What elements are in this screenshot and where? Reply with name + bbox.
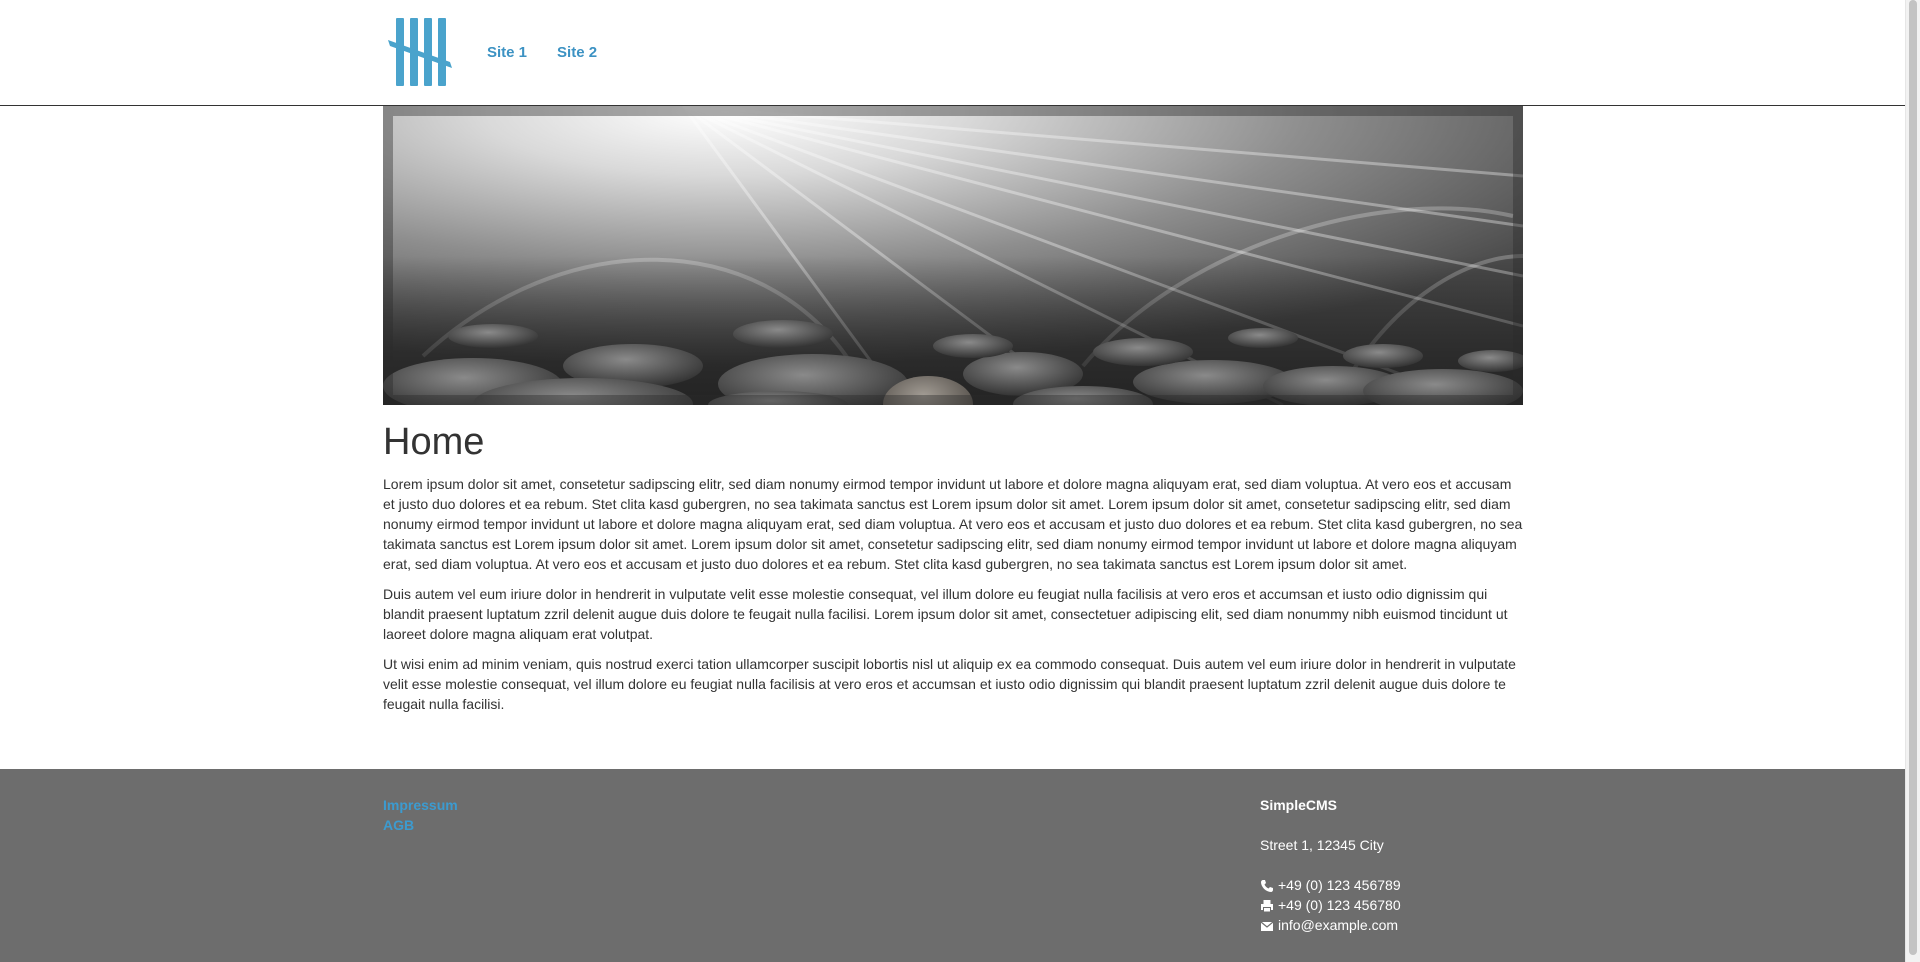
nav-site-1[interactable]: Site 1 [487,44,527,61]
page-title: Home [383,421,485,463]
nav-site-2[interactable]: Site 2 [557,44,597,61]
main-content: Home Lorem ipsum dolor sit amet, consete… [383,420,1523,724]
envelope-icon [1260,918,1274,932]
paragraph: Ut wisi enim ad minim veniam, quis nostr… [383,656,1516,712]
phone-icon [1260,878,1274,892]
phone-number: +49 (0) 123 456789 [1278,877,1401,893]
tally-marks-logo-icon[interactable] [388,16,454,88]
vertical-scrollbar[interactable] [1905,0,1920,962]
email-link[interactable]: info@example.com [1278,915,1398,935]
scrollbar-thumb[interactable] [1909,0,1917,955]
footer-link-impressum[interactable]: Impressum [383,795,458,815]
company-name: SimpleCMS [1260,797,1338,813]
site-header: Site 1 Site 2 [0,0,1906,106]
address: Street 1, 12345 City [1260,837,1384,853]
hero-image [383,106,1523,405]
phone-row: +49 (0) 123 456789 [1260,875,1401,895]
footer-links: Impressum AGB [383,795,458,835]
paragraph: Duis autem vel eum iriure dolor in hendr… [383,586,1508,642]
paragraph: Lorem ipsum dolor sit amet, consetetur s… [383,476,1523,572]
page: Site 1 Site 2 Home Lorem ipsum dolor sit… [0,0,1906,962]
fax-row: +49 (0) 123 456780 [1260,895,1401,915]
email-row: info@example.com [1260,915,1401,935]
fax-number: +49 (0) 123 456780 [1278,897,1401,913]
printer-icon [1260,898,1274,913]
footer-link-agb[interactable]: AGB [383,815,458,835]
main-navigation: Site 1 Site 2 [487,44,597,61]
site-footer: Impressum AGB SimpleCMS Street 1, 12345 … [0,769,1906,962]
contact-info: SimpleCMS Street 1, 12345 City +49 (0) 1… [1260,795,1401,935]
